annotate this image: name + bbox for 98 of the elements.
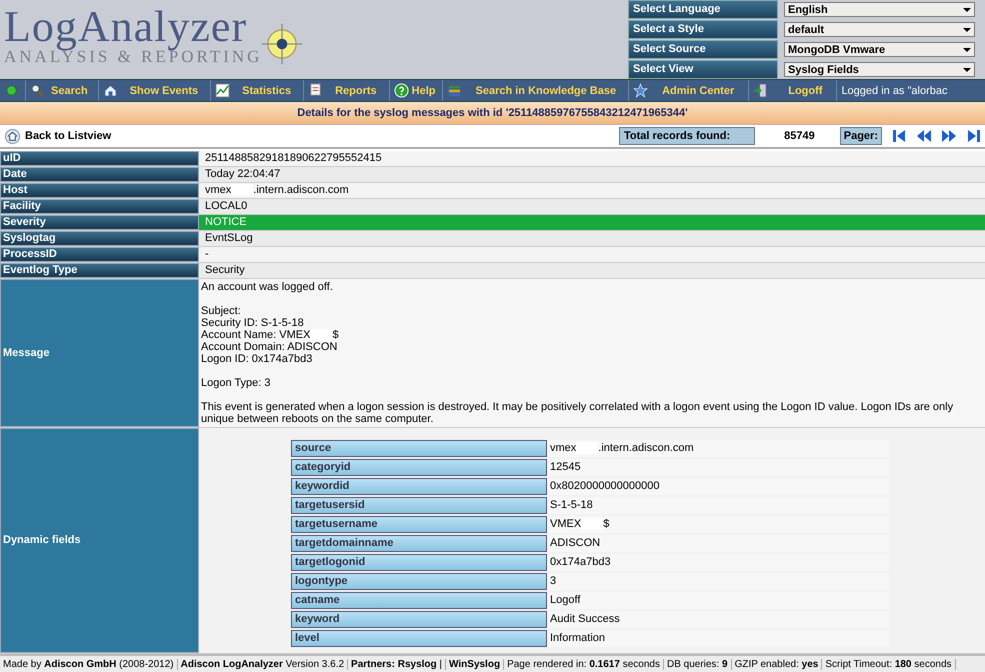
back-link[interactable]: Back to Listview <box>0 128 112 144</box>
field-value: Audit Success <box>547 611 889 628</box>
footer-text: Made by Adiscon GmbH (2008-2012) <box>0 658 178 670</box>
field-value: 0x174a7bd3 <box>547 554 889 572</box>
next-page-icon[interactable] <box>941 128 957 144</box>
footer-text: Page rendered in: 0.1617 seconds <box>504 658 664 670</box>
nav-link[interactable]: Reports <box>304 80 390 101</box>
field-value: S-1-5-18 <box>547 497 889 514</box>
house-icon <box>5 128 20 144</box>
door-icon <box>753 83 768 98</box>
selector-label: Select View <box>628 60 778 79</box>
total-records-label: Total records found: <box>619 127 756 145</box>
selector-label: Select a Style <box>628 20 778 39</box>
message-line: This event is generated when a logon session is destroyed. It may be positively correlated with a logon event using the Logon ID value. Logon IDs are only unique between reboots on the same computer. <box>201 401 954 426</box>
footer-text: Partners: Rsyslog | <box>348 658 446 670</box>
field-label: categoryid <box>291 459 547 476</box>
field-value: LOCAL0 <box>199 199 985 214</box>
message-line: An account was logged off. <box>201 281 334 293</box>
first-page-icon[interactable] <box>891 128 907 144</box>
login-status: Logged in as "alorbac <box>840 84 948 96</box>
star-icon <box>633 83 648 98</box>
field-value: NOTICE <box>199 215 985 230</box>
dropdown[interactable]: English <box>784 2 975 17</box>
books-icon <box>446 83 462 98</box>
caret-icon <box>963 8 971 12</box>
logo: LogAnalyzer ANALYSIS & REPORTING <box>0 0 304 79</box>
dropdown[interactable]: Syslog Fields <box>784 62 975 77</box>
nav-link[interactable]: Show Events <box>98 80 212 101</box>
field-label: Eventlog Type <box>0 263 199 278</box>
field-label: uID <box>0 151 199 166</box>
field-label: Syslogtag <box>0 231 199 246</box>
nav-link[interactable]: Search <box>26 80 99 101</box>
field-value: 12545 <box>547 459 889 476</box>
field-value: - <box>199 247 985 262</box>
field-value: EvntSLog <box>199 231 985 246</box>
nav-link[interactable]: Admin Center <box>629 80 750 101</box>
dropdown[interactable]: default <box>784 22 975 37</box>
field-label: logontype <box>291 573 547 590</box>
pager-label: Pager: <box>840 127 882 145</box>
footer-text: DB queries: 9 <box>664 658 732 670</box>
total-records-value: 85749 <box>783 130 816 142</box>
last-page-icon[interactable] <box>966 128 982 144</box>
footer-text: Script Timeout: 180 seconds <box>822 658 956 670</box>
message-line: Logon ID: 0x174a7bd3 <box>201 353 314 366</box>
field-label: targetlogonid <box>291 554 547 572</box>
selector-label: Select Language <box>628 0 778 19</box>
caret-icon <box>963 28 971 32</box>
field-label: targetusersid <box>291 497 547 514</box>
field-label: source <box>291 440 547 458</box>
selector-label: Select Source <box>628 40 778 59</box>
nav-link[interactable]: Search in Knowledge Base <box>442 80 630 101</box>
footer-text: WinSyslog <box>446 658 504 670</box>
field-value: VMEX $ <box>547 516 889 534</box>
page-title: Details for the syslog messages with id '25114885976755843212471965344' <box>0 102 985 125</box>
nav-link[interactable]: Statistics <box>211 80 304 101</box>
caret-icon <box>963 68 971 72</box>
field-label: targetusername <box>291 516 547 534</box>
field-value: ADISCON <box>547 535 889 552</box>
help-icon <box>394 83 409 98</box>
field-value: vmex .intern.adiscon.com <box>547 440 889 458</box>
message-line: Account Domain: ADISCON <box>201 341 338 354</box>
house-icon <box>102 83 118 98</box>
field-label: Date <box>0 167 199 182</box>
crosshair-icon <box>260 22 304 66</box>
field-value: 3 <box>547 573 889 590</box>
document-icon <box>308 83 324 98</box>
field-label: Severity <box>0 215 199 230</box>
field-label: Dynamic fields <box>0 428 199 654</box>
chart-icon <box>215 83 230 98</box>
message-line: Logon Type: 3 <box>201 377 272 390</box>
field-value: 25114885829181890622795552415 <box>199 151 985 166</box>
message-line: Security ID: S-1-5-18 <box>201 317 305 329</box>
previous-page-icon[interactable] <box>916 128 932 144</box>
field-label: ProcessID <box>0 247 199 262</box>
field-value: Security <box>199 263 985 278</box>
field-label: Host <box>0 183 199 198</box>
field-value: Today 22:04:47 <box>199 167 985 182</box>
field-label: Facility <box>0 199 199 214</box>
footer-text: GZIP enabled: yes <box>732 658 822 670</box>
nav-link[interactable]: Logoff <box>749 80 838 101</box>
field-label: level <box>291 630 547 648</box>
dropdown[interactable]: MongoDB Vmware <box>784 42 975 57</box>
field-label: catname <box>291 592 547 610</box>
field-label: keyword <box>291 611 547 628</box>
message-line: Account Name: VMEX $ <box>201 329 340 342</box>
field-value: Logoff <box>547 592 889 610</box>
field-label: keywordid <box>291 478 547 496</box>
nav-link[interactable]: Help <box>390 80 442 101</box>
status-dot-icon[interactable] <box>4 83 19 98</box>
field-value: vmex .intern.adiscon.com <box>205 183 349 198</box>
footer-text: Adiscon LogAnalyzer Version 3.6.2 <box>178 658 348 670</box>
field-value: Information <box>547 630 889 648</box>
caret-icon <box>963 48 971 52</box>
message-line: Subject: <box>201 305 242 317</box>
field-value: 0x8020000000000000 <box>547 478 889 496</box>
field-label: Message <box>0 279 199 428</box>
search-icon <box>30 83 45 98</box>
field-label: targetdomainname <box>291 535 547 552</box>
